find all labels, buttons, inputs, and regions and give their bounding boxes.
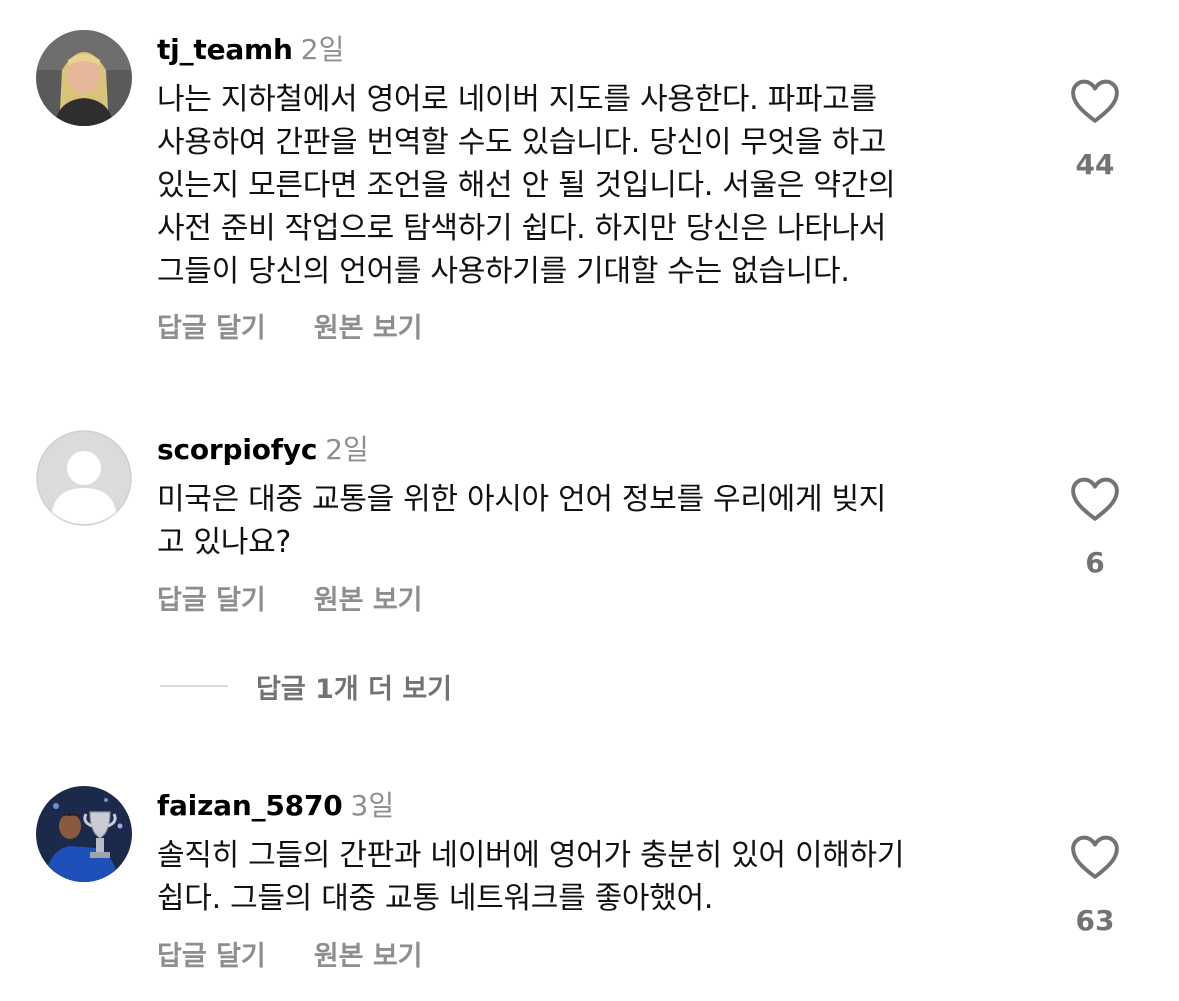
comments-list: tj_teamh 2일 나는 지하철에서 영어로 네이버 지도를 사용한다. 파파… (0, 0, 1179, 1001)
like-count: 63 (1075, 904, 1115, 937)
heart-outline-icon[interactable] (1070, 834, 1120, 880)
view-more-replies-label[interactable]: 답글 1개 더 보기 (256, 667, 452, 706)
avatar[interactable] (36, 430, 132, 526)
username[interactable]: scorpiofyc (157, 433, 317, 466)
comment-header: scorpiofyc 2일 (157, 432, 369, 468)
see-original-button[interactable]: 원본 보기 (314, 313, 423, 344)
heart-outline-icon[interactable] (1070, 476, 1120, 522)
avatar[interactable] (36, 786, 132, 882)
comment-text: 미국은 대중 교통을 위한 아시아 언어 정보를 우리에게 빚지 고 있나요? (157, 482, 887, 560)
username[interactable]: tj_teamh (157, 33, 293, 66)
username[interactable]: faizan_5870 (157, 789, 343, 822)
see-original-button[interactable]: 원본 보기 (314, 941, 423, 972)
like-section: 63 (1060, 834, 1130, 938)
avatar[interactable] (36, 30, 132, 126)
comment-actions: 답글 달기 원본 보기 (157, 584, 423, 618)
like-section: 44 (1060, 78, 1130, 182)
like-section: 6 (1060, 476, 1130, 580)
view-more-replies-button[interactable]: 답글 1개 더 보기 (160, 667, 452, 706)
comment-actions: 답글 달기 원본 보기 (157, 312, 423, 346)
comment-header: faizan_5870 3일 (157, 788, 394, 824)
comment-actions: 답글 달기 원본 보기 (157, 940, 423, 974)
comment-text: 솔직히 그들의 간판과 네이버에 영어가 충분히 있어 이해하기 쉽다. 그들의… (157, 838, 905, 916)
see-original-button[interactable]: 원본 보기 (314, 585, 423, 616)
like-count: 44 (1075, 148, 1115, 181)
like-count: 6 (1085, 546, 1105, 579)
timestamp: 2일 (325, 433, 369, 466)
reply-button[interactable]: 답글 달기 (157, 313, 266, 344)
timestamp: 3일 (350, 789, 395, 822)
timestamp: 2일 (300, 33, 345, 66)
heart-outline-icon[interactable] (1070, 78, 1120, 124)
reply-button[interactable]: 답글 달기 (157, 585, 266, 616)
comment-text: 나는 지하철에서 영어로 네이버 지도를 사용한다. 파파고를 사용하여 간판을… (157, 82, 896, 289)
replies-divider (160, 685, 228, 687)
comment-header: tj_teamh 2일 (157, 32, 344, 68)
reply-button[interactable]: 답글 달기 (157, 941, 266, 972)
